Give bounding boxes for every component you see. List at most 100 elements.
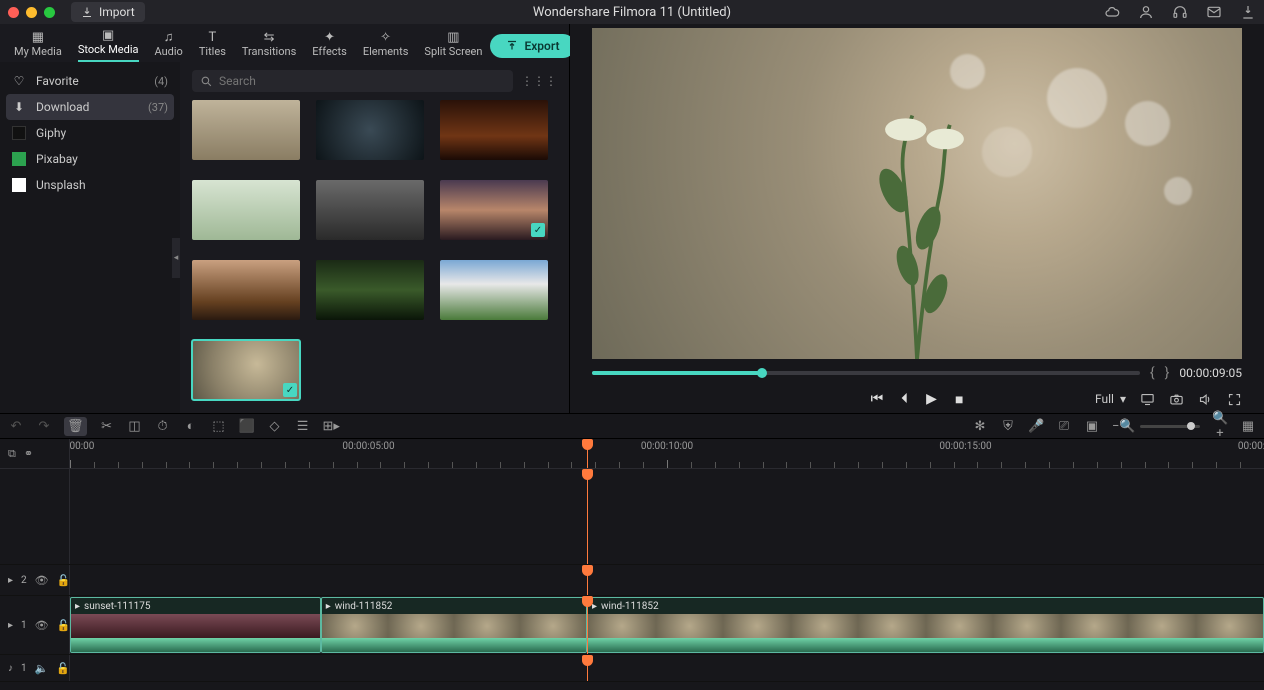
crop-button[interactable]: ◫ <box>127 419 143 434</box>
window-controls <box>8 7 55 18</box>
import-button[interactable]: Import <box>71 2 145 22</box>
grid-view-icon[interactable]: ⋮⋮⋮ <box>521 74 557 88</box>
media-thumb[interactable] <box>316 100 424 160</box>
fullscreen-window-button[interactable] <box>44 7 55 18</box>
volume-icon[interactable] <box>1198 392 1213 407</box>
time-ruler[interactable]: 00:0000:00:05:0000:00:10:0000:00:15:0000… <box>70 439 1264 468</box>
media-thumb[interactable]: ✓ <box>440 180 548 240</box>
render-icon[interactable]: ▣ <box>1084 419 1100 434</box>
speed-button[interactable]: ⏱ <box>155 419 171 434</box>
add-track-button[interactable]: ⊞▸ <box>323 419 339 434</box>
track-body-a1[interactable] <box>70 655 1264 681</box>
tab-titles[interactable]: T Titles <box>191 30 234 62</box>
audio-mixer-icon[interactable]: ⎚ <box>1056 419 1072 434</box>
mark-in-button[interactable]: { <box>1150 365 1155 381</box>
delete-button[interactable]: 🗑 <box>64 417 87 436</box>
link-icon[interactable]: ⚭ <box>24 447 33 460</box>
tab-my-media[interactable]: ▦ My Media <box>6 30 70 62</box>
tab-label: Titles <box>199 45 226 62</box>
tab-elements[interactable]: ✧ Elements <box>355 30 417 62</box>
search-input[interactable] <box>219 74 505 88</box>
tab-split-screen[interactable]: ▥ Split Screen <box>416 30 490 62</box>
playhead[interactable] <box>587 439 588 468</box>
marker-icon[interactable]: ⛨ <box>1000 419 1016 434</box>
mask-button[interactable]: ⬛ <box>239 419 255 434</box>
tab-label: Stock Media <box>78 43 139 62</box>
media-grid-area: ◂ ⋮⋮⋮ ✓ <box>180 62 569 413</box>
undo-button[interactable]: ↶ <box>8 419 24 434</box>
split-button[interactable]: ✂ <box>99 419 115 434</box>
timeline-clip[interactable]: ▸wind-111852 <box>587 597 1264 653</box>
media-thumb[interactable] <box>440 100 548 160</box>
minimize-window-button[interactable] <box>26 7 37 18</box>
track-body-empty[interactable] <box>70 469 1264 564</box>
voiceover-icon[interactable]: 🎤 <box>1028 419 1044 434</box>
media-thumb[interactable] <box>192 100 300 160</box>
preview-quality-select[interactable]: Full ▾ <box>1095 392 1126 406</box>
clip-name: wind-111852 <box>601 601 659 612</box>
timeline-clip[interactable]: ▸wind-111852 <box>321 597 587 653</box>
visibility-icon[interactable]: 👁 <box>35 574 49 587</box>
media-thumb[interactable] <box>316 180 424 240</box>
fullscreen-icon[interactable] <box>1227 392 1242 407</box>
color-button[interactable]: ◐ <box>183 418 199 434</box>
zoom-fit-button[interactable]: ▦ <box>1240 419 1256 434</box>
sidebar-item-giphy[interactable]: Giphy <box>0 120 180 146</box>
preview-viewport[interactable] <box>592 28 1242 359</box>
mark-out-button[interactable]: } <box>1165 365 1170 381</box>
download-queue-icon[interactable] <box>1240 4 1256 20</box>
visibility-icon[interactable]: 👁 <box>35 619 49 632</box>
media-thumb[interactable] <box>192 180 300 240</box>
search-box[interactable] <box>192 70 513 92</box>
zoom-in-button[interactable]: 🔍+ <box>1212 411 1228 441</box>
track-body-v2[interactable] <box>70 565 1264 595</box>
tab-audio[interactable]: ♫ Audio <box>147 29 191 62</box>
sidebar-item-download[interactable]: ⬇ Download (37) <box>6 94 174 120</box>
redo-button[interactable]: ↷ <box>36 419 52 434</box>
media-thumb[interactable] <box>316 260 424 320</box>
mail-icon[interactable] <box>1206 4 1222 20</box>
clip-name: sunset-111175 <box>84 601 150 612</box>
headphones-icon[interactable] <box>1172 4 1188 20</box>
media-thumb[interactable] <box>440 260 548 320</box>
snapshot-icon[interactable] <box>1169 392 1184 407</box>
tab-label: Transitions <box>242 45 296 62</box>
mute-icon[interactable]: 🔈 <box>35 662 49 675</box>
ruler-label: 00:00:10:00 <box>641 441 693 452</box>
keyframe-button[interactable]: ◇ <box>267 419 283 434</box>
source-list: ♡ Favorite (4) ⬇ Download (37) Giphy Pix… <box>0 62 180 413</box>
close-window-button[interactable] <box>8 7 19 18</box>
stock-icon: ▣ <box>78 28 139 43</box>
track-body-v1[interactable]: ▸sunset-111175 ▸wind-111852 ▸wind-111852 <box>70 596 1264 654</box>
sidebar-item-unsplash[interactable]: Unsplash <box>0 172 180 198</box>
tab-effects[interactable]: ✦ Effects <box>304 30 355 62</box>
timeline-toolbar: ↶ ↷ 🗑 ✂ ◫ ⏱ ◐ ⬚ ⬛ ◇ ☰ ⊞▸ ✻ ⛨ 🎤 ⎚ ▣ −🔍 🔍+… <box>0 413 1264 439</box>
cloud-icon[interactable] <box>1104 4 1120 20</box>
timeline-clip[interactable]: ▸sunset-111175 <box>70 597 321 653</box>
more-button[interactable]: ☰ <box>295 419 311 434</box>
preview-scrubber[interactable] <box>592 371 1140 375</box>
lock-icon[interactable]: 🔓 <box>57 574 71 587</box>
prev-frame-button[interactable]: ⏮ <box>871 391 884 407</box>
export-button[interactable]: Export <box>490 34 575 58</box>
sidebar-item-pixabay[interactable]: Pixabay <box>0 146 180 172</box>
media-thumb[interactable] <box>192 260 300 320</box>
giphy-icon <box>12 126 26 140</box>
stop-button[interactable]: ■ <box>955 391 963 408</box>
user-icon[interactable] <box>1138 4 1154 20</box>
media-thumb-selected[interactable]: ✓ <box>192 340 300 400</box>
tab-stock-media[interactable]: ▣ Stock Media <box>70 28 147 62</box>
mixer-icon[interactable]: ✻ <box>972 419 988 434</box>
greenscreen-button[interactable]: ⬚ <box>211 419 227 434</box>
sidebar-item-favorite[interactable]: ♡ Favorite (4) <box>0 68 180 94</box>
lock-icon[interactable]: 🔓 <box>57 619 71 632</box>
play-button[interactable]: ▶ <box>926 391 937 407</box>
zoom-slider[interactable] <box>1140 425 1200 428</box>
tab-transitions[interactable]: ⇆ Transitions <box>234 30 304 62</box>
display-icon[interactable] <box>1140 392 1155 407</box>
lock-icon[interactable]: 🔓 <box>56 662 70 675</box>
magnet-icon[interactable]: ⧉ <box>8 447 16 461</box>
collapse-sidebar-handle[interactable]: ◂ <box>172 238 180 278</box>
zoom-out-button[interactable]: −🔍 <box>1112 419 1128 434</box>
step-back-button[interactable]: ⏴ <box>901 391 908 407</box>
